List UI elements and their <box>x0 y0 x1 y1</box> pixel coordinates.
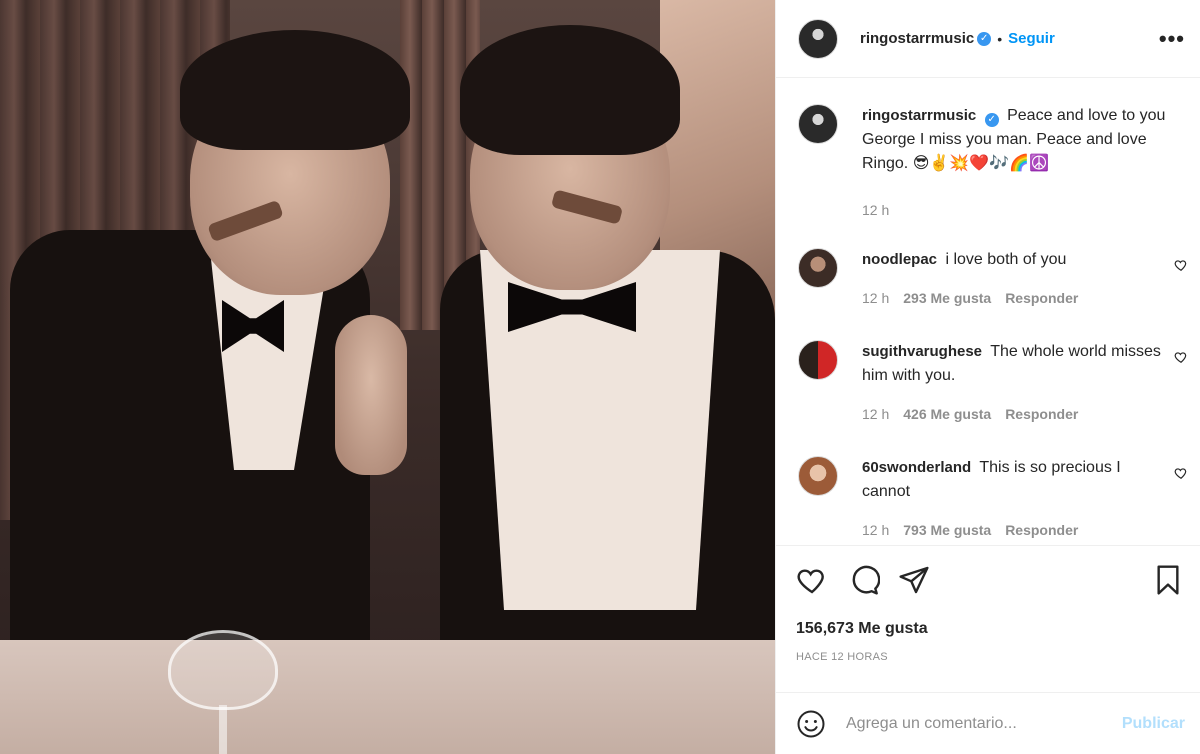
heart-icon[interactable] <box>796 564 828 596</box>
comment-likes[interactable]: 793 Me gusta <box>903 518 991 542</box>
author-avatar[interactable] <box>798 18 838 59</box>
action-icons-row <box>796 564 1181 596</box>
share-icon[interactable] <box>898 564 930 596</box>
caption-username[interactable]: ringostarrmusic <box>862 107 976 124</box>
likes-count[interactable]: 156,673 Me gusta <box>796 620 928 638</box>
caption-time[interactable]: 12 h <box>862 198 889 222</box>
post-photo[interactable] <box>0 0 775 754</box>
commenter-avatar[interactable] <box>798 248 838 288</box>
comment-likes[interactable]: 426 Me gusta <box>903 402 991 426</box>
publish-button[interactable]: Publicar <box>1122 715 1185 733</box>
comment-composer: Publicar <box>776 692 1200 754</box>
post-header: ringostarrmusic ✓ • Seguir ••• <box>776 0 1200 78</box>
photo-wine-glass <box>168 630 278 710</box>
emoji-icon[interactable] <box>796 709 826 739</box>
photo-table <box>0 640 775 754</box>
comment-item: 60swonderland This is so precious I cann… <box>798 456 1190 542</box>
reply-button[interactable]: Responder <box>1005 402 1078 426</box>
comment-time[interactable]: 12 h <box>862 402 889 426</box>
comments-list[interactable]: ringostarrmusic ✓ Peace and love to you … <box>776 78 1200 546</box>
photo-person-right <box>380 0 775 650</box>
comment-time[interactable]: 12 h <box>862 518 889 542</box>
follow-button[interactable]: Seguir <box>1008 30 1055 47</box>
comment-like-heart-icon[interactable] <box>1174 258 1188 272</box>
photo-glass-stem <box>219 705 227 754</box>
comment-input[interactable] <box>846 714 1106 733</box>
post-side-pane: ringostarrmusic ✓ • Seguir ••• ringostar… <box>775 0 1200 754</box>
photo-person-left <box>0 0 410 650</box>
comment-time[interactable]: 12 h <box>862 286 889 310</box>
comment-like-heart-icon[interactable] <box>1174 350 1188 364</box>
comment-username[interactable]: 60swonderland <box>862 459 971 476</box>
comment-text: i love both of you <box>945 251 1067 268</box>
reply-button[interactable]: Responder <box>1005 286 1078 310</box>
verified-badge-icon: ✓ <box>977 31 992 46</box>
verified-badge-icon: ✓ <box>984 113 999 127</box>
commenter-avatar[interactable] <box>798 456 838 496</box>
comment-icon[interactable] <box>848 564 880 596</box>
post-caption: ringostarrmusic ✓ Peace and love to you … <box>798 104 1190 222</box>
commenter-avatar[interactable] <box>798 340 838 380</box>
reply-button[interactable]: Responder <box>1005 518 1078 542</box>
comment-like-heart-icon[interactable] <box>1174 466 1188 480</box>
comment-item: noodlepac i love both of you 12 h 293 Me… <box>798 248 1190 310</box>
comment-username[interactable]: sugithvarughese <box>862 343 982 360</box>
comment-likes[interactable]: 293 Me gusta <box>903 286 991 310</box>
caption-avatar[interactable] <box>798 104 838 144</box>
bookmark-icon[interactable] <box>1152 564 1184 596</box>
author-username[interactable]: ringostarrmusic <box>860 30 974 47</box>
more-options-icon[interactable]: ••• <box>1159 27 1185 50</box>
comment-username[interactable]: noodlepac <box>862 251 937 268</box>
post-timestamp[interactable]: HACE 12 HORAS <box>796 651 888 663</box>
header-separator: • <box>997 30 1003 47</box>
comment-item: sugithvarughese The whole world misses h… <box>798 340 1190 426</box>
